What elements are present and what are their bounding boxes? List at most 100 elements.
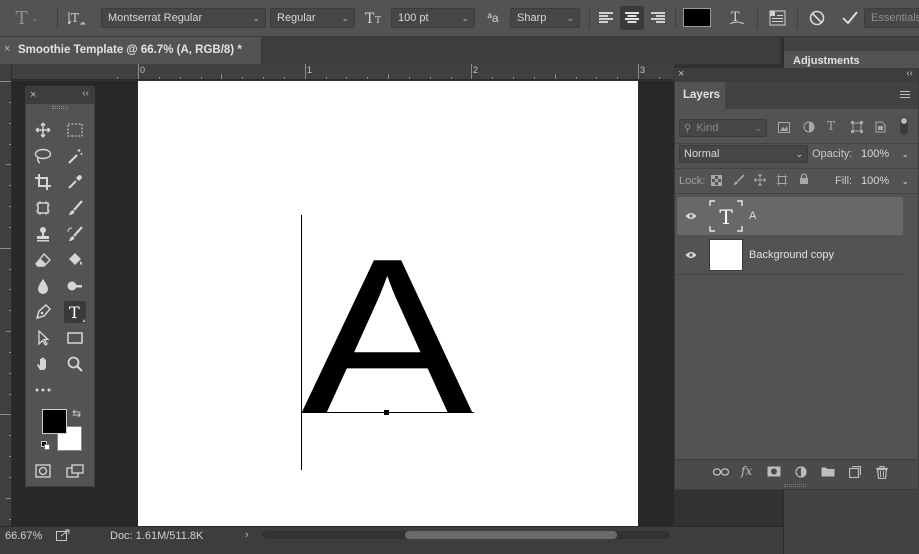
vertical-ruler[interactable] [0, 64, 12, 526]
fill-field[interactable]: 100% ⌄ [856, 172, 912, 190]
horizontal-scrollbar[interactable] [262, 531, 670, 539]
link-layers-icon[interactable] [712, 466, 730, 480]
panel-menu-icon[interactable] [900, 91, 910, 100]
path-selection-tool-icon[interactable] [32, 327, 54, 349]
anti-alias-value: Sharp [517, 12, 547, 24]
quick-mask-icon[interactable] [32, 460, 54, 482]
search-icon: ⚲ [684, 123, 692, 134]
text-color-swatch[interactable] [683, 8, 711, 27]
commit-checkmark-icon[interactable] [839, 7, 861, 29]
zoom-tool-icon[interactable] [64, 353, 86, 375]
collapse-icon[interactable]: ‹‹ [906, 68, 913, 79]
layer-style-fx-icon[interactable]: fx [741, 464, 752, 478]
drag-handle[interactable] [52, 106, 68, 109]
zoom-level[interactable]: 66.67% [5, 530, 42, 542]
svg-text:T: T [365, 11, 375, 26]
delete-layer-trash-icon[interactable] [876, 465, 888, 482]
type-tool-icon[interactable]: T [64, 301, 86, 323]
workspace-dropdown[interactable]: Essentials [864, 8, 919, 28]
hand-tool-icon[interactable] [32, 353, 54, 375]
align-center-icon[interactable] [620, 6, 644, 30]
layer-filter-dropdown[interactable]: ⚲ Kind ⌄ [679, 119, 767, 137]
tools-panel-header[interactable]: × ‹‹ [26, 87, 94, 104]
history-brush-tool-icon[interactable] [64, 223, 86, 245]
font-style-value: Regular [277, 12, 316, 24]
type-tool-preset-icon[interactable]: T ⌄ [8, 7, 46, 29]
opacity-value: 100% [861, 148, 890, 160]
new-group-folder-icon[interactable] [821, 466, 835, 480]
layers-panel-header[interactable]: × ‹‹ [675, 68, 918, 82]
layer-thumbnail [709, 239, 743, 271]
eraser-tool-icon[interactable] [32, 249, 54, 271]
align-right-icon[interactable] [648, 8, 668, 28]
filter-adjustment-icon[interactable] [803, 121, 815, 136]
lock-transparent-pixels-icon[interactable] [711, 175, 722, 189]
collapse-icon[interactable]: ‹‹ [82, 88, 89, 99]
text-anchor-handle[interactable] [384, 410, 389, 415]
lock-position-icon[interactable] [753, 173, 767, 189]
new-layer-icon[interactable] [848, 465, 862, 481]
document-info: Doc: 1.61M/511.8K [110, 530, 204, 542]
scrollbar-thumb[interactable] [405, 531, 617, 539]
default-colors-icon[interactable] [41, 441, 51, 451]
opacity-field[interactable]: 100% ⌄ [856, 145, 912, 163]
frame-tool-icon[interactable] [32, 197, 54, 219]
move-tool-icon[interactable] [32, 119, 54, 141]
export-icon[interactable] [56, 529, 70, 544]
chevron-right-icon[interactable]: › [245, 529, 249, 541]
crop-tool-icon[interactable] [32, 171, 54, 193]
adjustment-layer-icon[interactable] [795, 466, 807, 481]
lasso-tool-icon[interactable] [32, 145, 54, 167]
align-left-icon[interactable] [596, 8, 616, 28]
tool-submenu-indicator [82, 319, 85, 322]
blend-mode-dropdown[interactable]: Normal ⌄ [679, 145, 808, 163]
filter-shape-icon[interactable] [851, 121, 863, 136]
font-size-dropdown[interactable]: 100 pt ⌄ [391, 8, 475, 28]
clone-stamp-tool-icon[interactable] [32, 223, 54, 245]
lock-all-icon[interactable] [799, 173, 809, 188]
document-canvas[interactable]: A [138, 81, 638, 526]
filter-smart-object-icon[interactable] [875, 121, 886, 136]
canvas-text-layer[interactable]: A [301, 249, 473, 414]
brush-tool-icon[interactable] [64, 197, 86, 219]
filter-type-icon[interactable]: T [827, 119, 835, 133]
filter-pixel-icon[interactable] [778, 122, 790, 136]
marquee-tool-icon[interactable] [64, 119, 86, 141]
screen-mode-icon[interactable] [64, 460, 86, 482]
visibility-eye-icon[interactable] [685, 211, 697, 223]
close-icon[interactable]: × [4, 43, 10, 55]
ruler-tick [0, 414, 11, 416]
paint-bucket-tool-icon[interactable] [64, 249, 86, 271]
pen-tool-icon[interactable] [32, 301, 54, 323]
anti-alias-dropdown[interactable]: Sharp ⌄ [510, 8, 580, 28]
ruler-tick [346, 77, 348, 79]
lock-artboard-icon[interactable] [776, 174, 788, 189]
filter-toggle[interactable] [900, 117, 908, 135]
font-style-dropdown[interactable]: Regular ⌄ [270, 8, 355, 28]
rectangle-tool-icon[interactable] [64, 327, 86, 349]
layer-row-a[interactable]: T A [677, 197, 903, 235]
eyedropper-tool-icon[interactable] [64, 171, 86, 193]
document-tab[interactable]: × Smoothie Template @ 66.7% (A, RGB/8) * [0, 37, 262, 64]
lock-image-pixels-icon[interactable] [733, 174, 745, 189]
visibility-eye-icon[interactable] [685, 250, 697, 262]
foreground-color-swatch[interactable] [42, 409, 67, 434]
horizontal-ruler[interactable]: 0 1 2 3 [12, 64, 674, 80]
more-tools-icon[interactable] [32, 379, 54, 401]
font-family-dropdown[interactable]: Montserrat Regular ⌄ [101, 8, 266, 28]
dodge-tool-icon[interactable] [64, 275, 86, 297]
cancel-icon[interactable] [806, 7, 828, 29]
layer-row-background-copy[interactable]: Background copy [677, 236, 903, 274]
tab-layers[interactable]: Layers [675, 82, 725, 109]
blur-tool-icon[interactable] [32, 275, 54, 297]
text-orientation-icon[interactable]: T [66, 8, 88, 28]
add-mask-icon[interactable] [767, 466, 781, 480]
close-icon[interactable]: × [678, 68, 684, 80]
warp-text-icon[interactable]: T [726, 7, 748, 29]
magic-wand-tool-icon[interactable] [64, 145, 86, 167]
swap-colors-icon[interactable]: ⇆ [72, 407, 81, 420]
ruler-tick [575, 77, 577, 79]
character-panel-icon[interactable] [766, 7, 788, 29]
dock-resize-grip[interactable] [784, 484, 806, 487]
close-icon[interactable]: × [30, 89, 36, 101]
